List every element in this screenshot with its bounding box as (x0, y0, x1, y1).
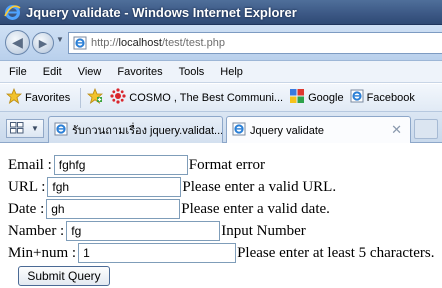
google-icon (289, 88, 305, 107)
url-host: localhost (118, 37, 162, 49)
url-path: /test/test.php (161, 37, 225, 49)
favorite-label-google: Google (308, 91, 344, 104)
back-button[interactable]: ◀ (5, 30, 30, 55)
date-error-message: Please enter a valid date. (181, 200, 330, 217)
menu-view[interactable]: View (70, 66, 110, 78)
date-row: Date : Please enter a valid date. (8, 199, 330, 219)
favorite-link-cosmo[interactable]: COSMO , The Best Communi... (110, 88, 283, 107)
title-bar: Jquery validate - Windows Internet Explo… (0, 0, 442, 25)
tab-thai-question[interactable]: รับกวนถามเรื่อง jquery.validat... (48, 116, 223, 143)
date-label: Date : (8, 200, 45, 217)
favorites-divider (80, 87, 82, 108)
favorites-bar: Favorites COSMO , The Best Communi... Go… (0, 84, 442, 112)
menu-edit[interactable]: Edit (35, 66, 70, 78)
menu-bar: File Edit View Favorites Tools Help (0, 61, 442, 83)
ie-page-icon (350, 89, 364, 106)
email-label: Email : (8, 156, 52, 173)
favorite-label-facebook: Facebook (366, 91, 415, 104)
ie-page-icon (73, 36, 87, 50)
ie-page-icon (54, 122, 68, 139)
email-row: Email : Format error (8, 155, 265, 175)
url-text[interactable]: http://localhost/test/test.php (91, 37, 225, 49)
number-row: Namber : Input Number (8, 221, 306, 241)
tab-bar: ▼ รับกวนถามเรื่อง jquery.validat... Jque… (0, 112, 442, 144)
grid-icon (10, 121, 24, 136)
favorite-link-google[interactable]: Google (289, 88, 344, 107)
number-label: Namber : (8, 222, 65, 239)
favorites-button[interactable]: Favorites (5, 87, 71, 107)
new-tab-button[interactable] (414, 119, 438, 139)
url-scheme: http:// (91, 37, 119, 49)
page-content: Email : Format error URL : Please enter … (0, 143, 442, 288)
tab-label: รับกวนถามเรื่อง jquery.validat... (72, 125, 223, 137)
tab-list-dropdown-icon[interactable]: ▼ (31, 124, 39, 133)
window-title: Jquery validate - Windows Internet Explo… (26, 4, 297, 20)
menu-help[interactable]: Help (212, 66, 251, 78)
menu-favorites[interactable]: Favorites (109, 66, 170, 78)
navigation-bar: ◀ ▶ ▼ http://localhost/test/test.php (0, 25, 442, 61)
arrow-right-icon: ▶ (38, 37, 48, 50)
menu-file[interactable]: File (0, 66, 35, 78)
star-icon (5, 87, 23, 107)
email-error-message: Format error (188, 156, 265, 173)
recent-pages-dropdown-icon[interactable]: ▼ (56, 35, 64, 44)
url-error-message: Please enter a valid URL. (182, 178, 337, 195)
date-field[interactable] (46, 199, 181, 219)
tab-jquery-validate[interactable]: Jquery validate ✕ (226, 116, 411, 144)
url-field[interactable] (47, 177, 182, 197)
number-field[interactable] (66, 221, 221, 241)
minnum-field[interactable] (78, 243, 237, 263)
arrow-left-icon: ◀ (12, 34, 23, 50)
favorite-link-facebook[interactable]: Facebook (350, 89, 415, 106)
favorites-label: Favorites (25, 91, 71, 104)
submit-button[interactable]: Submit Query (18, 266, 110, 286)
forward-button[interactable]: ▶ (32, 32, 54, 54)
quick-tabs-button[interactable]: ▼ (6, 119, 44, 138)
tab-label: Jquery validate (250, 124, 324, 137)
minnum-row: Min+num : Please enter at least 5 charac… (8, 243, 434, 263)
ie-logo-icon (4, 4, 21, 21)
number-error-message: Input Number (221, 222, 306, 239)
menu-tools[interactable]: Tools (171, 66, 213, 78)
address-bar[interactable]: http://localhost/test/test.php (68, 32, 442, 54)
ie-page-icon (232, 122, 246, 139)
url-row: URL : Please enter a valid URL. (8, 177, 336, 197)
add-to-favorites-icon[interactable] (87, 87, 104, 107)
minnum-label: Min+num : (8, 244, 77, 261)
email-field[interactable] (53, 155, 188, 175)
favorite-label-cosmo: COSMO , The Best Communi... (129, 91, 284, 104)
url-label: URL : (8, 178, 46, 195)
close-icon[interactable]: ✕ (391, 122, 402, 138)
cosmo-icon (110, 88, 126, 107)
minnum-error-message: Please enter at least 5 characters. (237, 244, 435, 261)
